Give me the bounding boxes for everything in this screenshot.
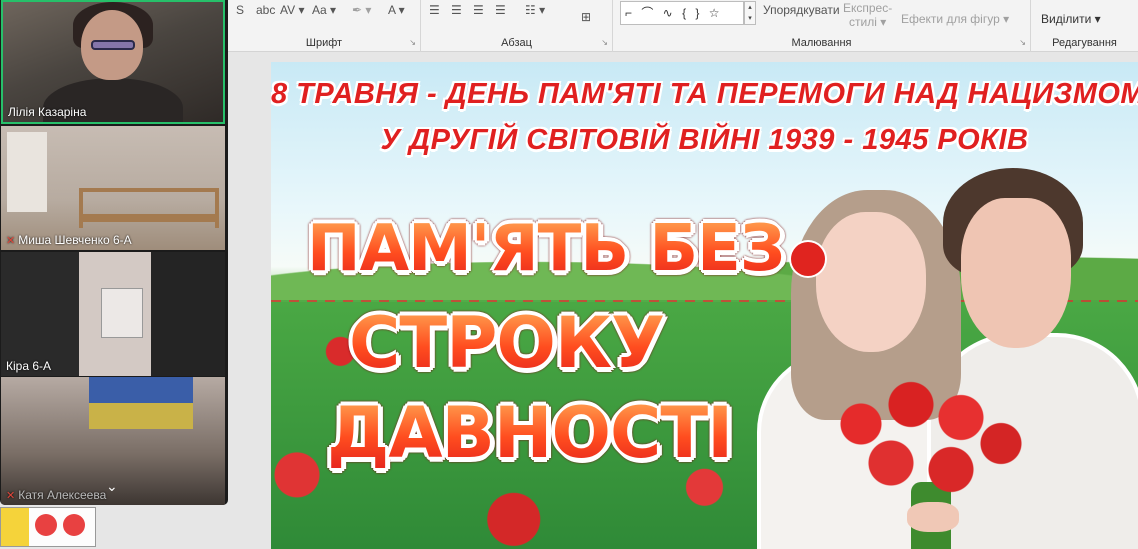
girl-face [816, 212, 926, 352]
align-left-icon[interactable]: ☰ [429, 3, 440, 17]
char-spacing-icon[interactable]: AV ▾ [280, 3, 304, 17]
slide-title-line3[interactable]: ДАВНОСТІ [327, 392, 733, 474]
slide-heading-line2[interactable]: У ДРУГІЙ СВІТОВІЙ ВІЙНІ 1939 - 1945 РОКІ… [271, 124, 1138, 157]
mic-muted-icon: ✕ [6, 235, 16, 247]
font-group-label: Шрифт [305, 37, 343, 49]
thumb-poppy-icon [35, 514, 57, 536]
hand-holding-bouquet [907, 502, 959, 532]
change-case-icon[interactable]: Aa ▾ [312, 3, 336, 17]
participant-tile[interactable]: ✕ Миша Шевченко 6-А [1, 126, 225, 250]
ukraine-flag-icon [89, 377, 193, 429]
poppy-bouquet [831, 372, 1031, 502]
participant-gallery: Лілія Казаріна ✕ Миша Шевченко 6-А Кіра 6… [0, 0, 228, 505]
select-button[interactable]: Виділити ▾ [1041, 12, 1101, 26]
abc-strike-icon[interactable]: abc [256, 3, 275, 17]
paragraph-group-label: Абзац [501, 37, 532, 49]
editing-group-label: Редагування [1052, 37, 1117, 49]
justify-icon[interactable]: ☰ [495, 3, 506, 17]
arrange-button[interactable]: Упорядкувати [763, 3, 840, 17]
ribbon: S abc AV ▾ Aa ▾ ✒ ▾ A ▾ Шрифт ↘ ☰ ☰ ☰ ☰ … [228, 0, 1138, 52]
strike-icon[interactable]: S [236, 3, 244, 17]
mic-muted-icon: ✕ [6, 490, 16, 502]
ribbon-group-font: S abc AV ▾ Aa ▾ ✒ ▾ A ▾ Шрифт ↘ [228, 0, 421, 52]
boy-face [961, 198, 1071, 348]
drawing-group-label: Малювання [791, 37, 852, 49]
quick-styles-button-line1[interactable]: Експрес- [843, 1, 892, 15]
ribbon-group-drawing: ⌐ ⌒ ∿ { } ☆ ▴ ▾ Упорядкувати Експрес- сти… [613, 0, 1031, 52]
columns-icon[interactable]: ☷ ▾ [525, 3, 545, 17]
slide-title-line1[interactable]: ПАМ'ЯТЬ БЕЗ [307, 212, 785, 286]
paragraph-dialog-launcher-icon[interactable]: ↘ [601, 38, 608, 47]
participant-name: Лілія Казаріна [8, 105, 87, 119]
ribbon-group-editing: Виділити ▾ Редагування [1031, 0, 1138, 52]
participant-tile[interactable]: Кіра 6-А [1, 252, 225, 376]
align-right-icon[interactable]: ☰ [473, 3, 484, 17]
shapes-gallery[interactable]: ⌐ ⌒ ∿ { } ☆ [620, 1, 744, 25]
quick-styles-button-line2[interactable]: стилі ▾ [849, 15, 886, 29]
wall-picture [101, 288, 143, 338]
app-window: S abc AV ▾ Aa ▾ ✒ ▾ A ▾ Шрифт ↘ ☰ ☰ ☰ ☰ … [0, 0, 1138, 549]
slide-heading-line1[interactable]: 8 ТРАВНЯ - ДЕНЬ ПАМ'ЯТІ ТА ПЕРЕМОГИ НАД … [271, 78, 1138, 111]
room-window [7, 132, 47, 212]
slide-thumbnail-1[interactable] [0, 507, 96, 547]
font-color-icon[interactable]: A ▾ [388, 3, 405, 17]
smartart-icon[interactable]: ⊞ [581, 10, 591, 24]
drawing-dialog-launcher-icon[interactable]: ↘ [1019, 38, 1026, 47]
glasses-icon [91, 40, 135, 50]
bunk-bed-rail [79, 214, 219, 222]
ribbon-group-paragraph: ☰ ☰ ☰ ☰ ☷ ▾ ⊞ Абзац ↘ [421, 0, 613, 52]
bunk-bed [79, 188, 219, 228]
participant-name: ✕ Миша Шевченко 6-А [6, 233, 132, 247]
chevron-down-icon[interactable]: ⌄ [106, 478, 118, 495]
slide-thumbnails [0, 505, 136, 549]
font-dialog-launcher-icon[interactable]: ↘ [409, 38, 416, 47]
participant-tile[interactable]: ✕ Катя Алексеева ⌄ [1, 377, 225, 505]
shape-effects-button[interactable]: Ефекти для фігур ▾ [901, 12, 1009, 26]
highlight-icon[interactable]: ✒ ▾ [352, 3, 371, 17]
thumb-poppy-icon [63, 514, 85, 536]
align-center-icon[interactable]: ☰ [451, 3, 462, 17]
room-wall-shadow [151, 252, 225, 376]
participant-tile[interactable]: Лілія Казаріна [1, 0, 225, 124]
slide-title-line2[interactable]: СТРОКУ [349, 302, 665, 384]
participant-name: Кіра 6-А [6, 359, 52, 373]
slide-canvas[interactable]: 8 ТРАВНЯ - ДЕНЬ ПАМ'ЯТІ ТА ПЕРЕМОГИ НАД … [271, 62, 1138, 549]
shapes-gallery-scroll[interactable]: ▴ ▾ [744, 1, 756, 25]
participant-name: ✕ Катя Алексеева [6, 488, 107, 502]
poppy-hair-flower-icon [791, 242, 825, 276]
